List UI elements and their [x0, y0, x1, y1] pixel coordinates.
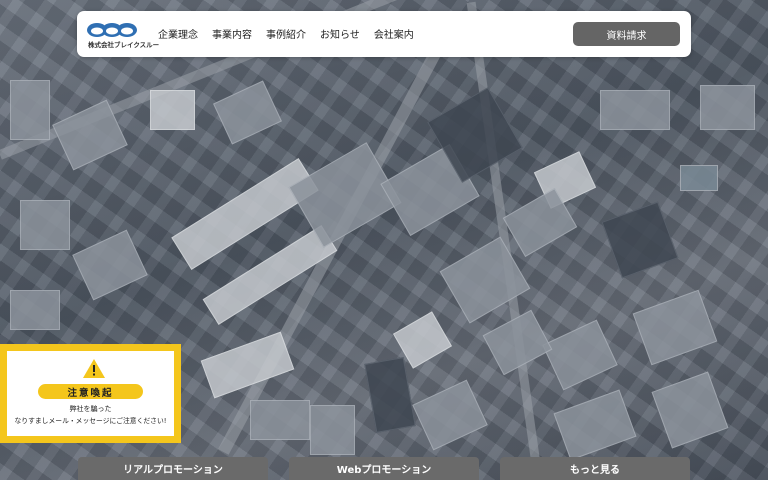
nav-item-cases[interactable]: 事例紹介 [266, 26, 306, 41]
site-header: 株式会社ブレイクスルー 企業理念 事業内容 事例紹介 お知らせ 会社案内 資料請… [77, 11, 691, 57]
warning-title: 注意喚起 [38, 384, 143, 399]
nav-item-business[interactable]: 事業内容 [212, 26, 252, 41]
warning-text-line2: なりすましメール・メッセージにご注意ください! [14, 417, 167, 425]
tab-more[interactable]: もっと見る [500, 457, 690, 480]
tab-real-promotion[interactable]: リアルプロモーション [78, 457, 268, 480]
warning-triangle-icon [83, 359, 105, 378]
warning-card: 注意喚起 弊社を騙った なりすましメール・メッセージにご注意ください! [7, 351, 174, 436]
tab-web-promotion[interactable]: Webプロモーション [289, 457, 479, 480]
request-materials-button[interactable]: 資料請求 [573, 22, 680, 46]
nav-item-company[interactable]: 会社案内 [374, 26, 414, 41]
main-nav: 企業理念 事業内容 事例紹介 お知らせ 会社案内 [158, 26, 428, 41]
nav-item-news[interactable]: お知らせ [320, 26, 360, 41]
logo-text[interactable]: 株式会社ブレイクスルー [88, 39, 159, 49]
warning-text-line1: 弊社を騙った [69, 405, 112, 413]
warning-notice[interactable]: 注意喚起 弊社を騙った なりすましメール・メッセージにご注意ください! [0, 344, 181, 443]
nav-item-philosophy[interactable]: 企業理念 [158, 26, 198, 41]
